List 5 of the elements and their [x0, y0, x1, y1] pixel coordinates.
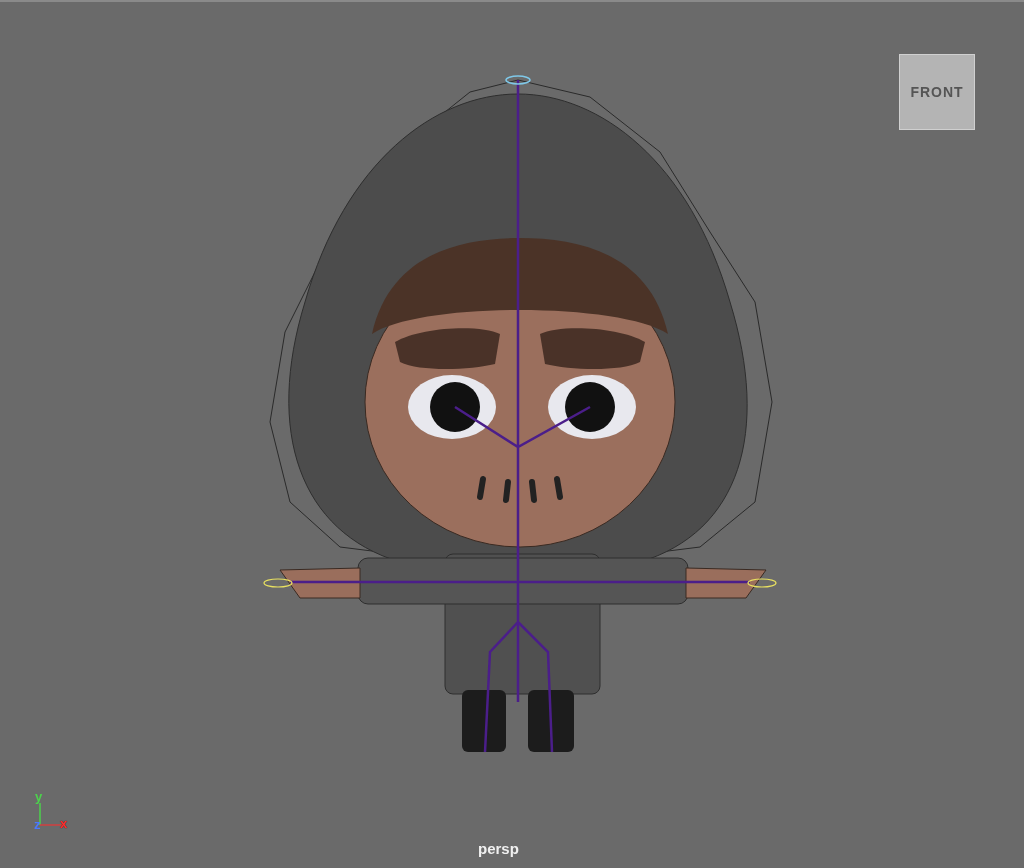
- view-cube[interactable]: FRONT: [899, 54, 975, 130]
- camera-label: persp: [478, 840, 519, 858]
- y-axis-label: y: [35, 790, 43, 803]
- z-axis-label: z: [34, 818, 41, 831]
- x-axis-label: x: [60, 817, 68, 830]
